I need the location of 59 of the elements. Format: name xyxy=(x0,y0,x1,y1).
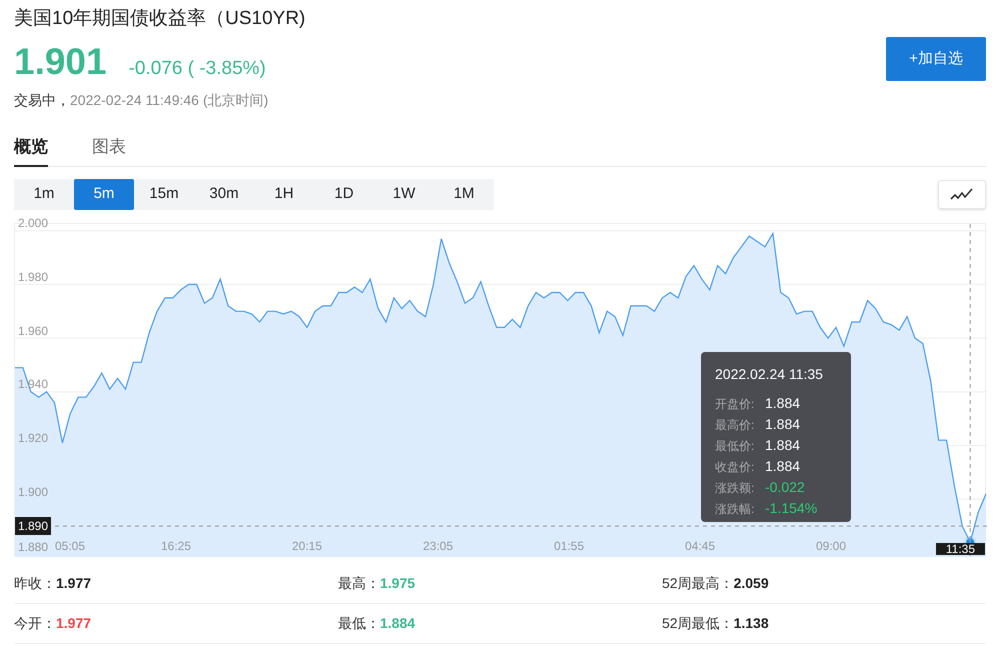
x-axis-label: 01:55 xyxy=(554,538,584,552)
stat-label: 52周最高： xyxy=(662,574,734,592)
interval-tab[interactable]: 30m xyxy=(194,178,254,210)
tooltip-label: 涨跌额: xyxy=(715,480,756,496)
tooltip-value: -1.154% xyxy=(765,498,818,518)
interval-tab[interactable]: 1m xyxy=(14,178,74,210)
x-axis-label: 23:05 xyxy=(423,538,454,552)
tooltip-label: 最高价: xyxy=(715,416,756,434)
x-axis-label: 04:45 xyxy=(685,538,716,552)
stat-label: 昨收： xyxy=(14,574,56,592)
stat-label: 最高： xyxy=(338,574,380,592)
tab[interactable]: 概览 xyxy=(14,130,48,166)
x-axis-label: 16:25 xyxy=(161,538,192,552)
stat-value: 1.977 xyxy=(56,614,92,632)
interval-tab[interactable]: 1W xyxy=(374,178,434,210)
stat-value: 1.884 xyxy=(380,614,416,632)
x-axis-label: 20:15 xyxy=(292,538,322,552)
tooltip-value: -0.022 xyxy=(765,478,805,496)
y-axis-label: 1.980 xyxy=(18,270,48,284)
stat-value: 1.138 xyxy=(734,614,769,632)
timestamp: 2022-02-24 11:49:46 xyxy=(70,90,199,110)
timezone: (北京时间) xyxy=(202,90,268,110)
add-watchlist-button[interactable]: +加自选 xyxy=(886,37,986,81)
tooltip-value: 1.884 xyxy=(765,414,800,434)
page-title: 美国10年期国债收益率（US10YR) xyxy=(14,6,306,31)
tooltip-value: 1.884 xyxy=(765,394,800,412)
stat-label: 52周最低： xyxy=(662,614,734,632)
x-axis-label: 05:05 xyxy=(55,538,86,552)
stat-value: 1.975 xyxy=(380,574,416,592)
interval-tab[interactable]: 1H xyxy=(254,178,314,210)
crosshair-time-label: 11:35 xyxy=(936,542,985,554)
stat-value: 1.977 xyxy=(56,574,92,592)
price-change: -0.076 ( -3.85%) xyxy=(128,57,266,81)
tooltip-value: 1.884 xyxy=(765,436,800,454)
interval-tab[interactable]: 1D xyxy=(314,178,374,210)
tab[interactable]: 图表 xyxy=(92,130,126,166)
y-axis-label: 2.000 xyxy=(18,216,48,230)
trading-status: 交易中， xyxy=(14,90,70,110)
tooltip-label: 涨跌幅: xyxy=(715,500,756,518)
tooltip-label: 最低价: xyxy=(715,438,756,454)
interval-tab[interactable]: 5m xyxy=(74,178,134,210)
stat-label: 最低： xyxy=(338,614,380,632)
y-axis-label: 1.960 xyxy=(18,324,48,338)
tooltip-label: 收盘价: xyxy=(715,458,756,476)
interval-tab[interactable]: 1M xyxy=(434,178,494,210)
x-axis-label: 09:00 xyxy=(816,538,846,552)
tooltip-label: 开盘价: xyxy=(715,396,756,412)
tooltip-title: 2022.02.24 11:35 xyxy=(715,364,824,384)
y-axis-label: 1.900 xyxy=(18,484,48,499)
tooltip-value: 1.884 xyxy=(765,456,800,476)
chart-type-button[interactable] xyxy=(938,180,986,208)
interval-tab[interactable]: 15m xyxy=(134,178,194,210)
y-axis-label: 1.880 xyxy=(18,540,48,554)
stat-value: 2.059 xyxy=(734,574,769,592)
stat-label: 今开： xyxy=(14,614,56,632)
line-chart-icon xyxy=(950,187,974,201)
price: 1.901 xyxy=(14,42,107,82)
y-axis-label: 1.920 xyxy=(18,431,48,446)
crosshair-value-label: 1.890 xyxy=(15,516,52,535)
